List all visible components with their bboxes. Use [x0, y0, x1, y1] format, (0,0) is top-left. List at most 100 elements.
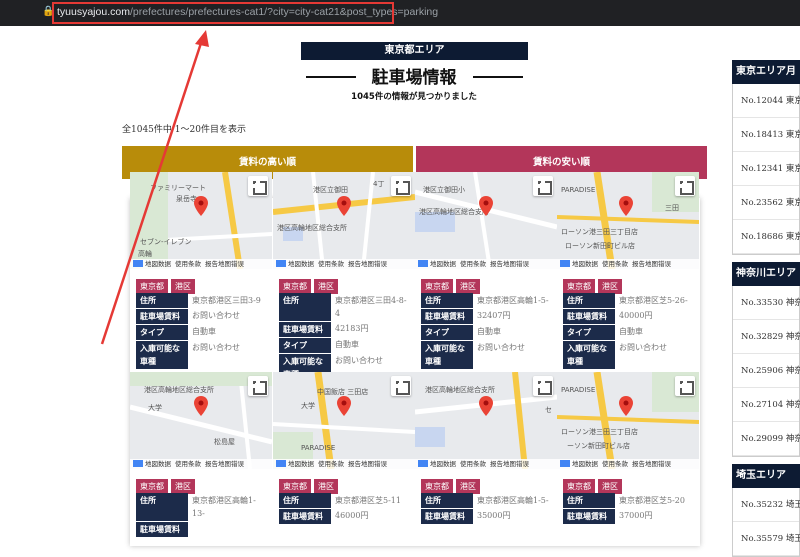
map-widget[interactable]: PARADISE ローソン港三田三丁目店 ーソン新田町ビル店 地図数据 使用条款 报告地…: [557, 372, 699, 469]
google-logo-icon: [418, 460, 428, 467]
map-widget[interactable]: PARADISE ローソン港三田三丁目店 ローソン新田町ビル店 三田 地図数据 使用条款…: [557, 172, 699, 269]
map-widget[interactable]: 中国飯店 三田店 大学 PARADISE 地図数据 使用条款 报告地图错误: [273, 372, 415, 469]
fullscreen-icon[interactable]: [391, 176, 411, 196]
map-label: 三田: [665, 204, 679, 212]
map-label: ーソン新田町ビル店: [567, 441, 630, 450]
ward-tag[interactable]: 港区: [171, 279, 195, 294]
map-pin-icon[interactable]: [619, 196, 633, 216]
sidebar-item[interactable]: No.35579 埼玉: [733, 522, 800, 556]
map-widget[interactable]: 港区立御田 港区高輪地区総合支所 4丁 地図数据 使用条款 报告地图错误: [273, 172, 415, 269]
sidebar-item[interactable]: No.18686 東京: [733, 220, 800, 254]
prefecture-tag[interactable]: 東京都: [421, 279, 453, 294]
map-terms-link[interactable]: 使用条款: [460, 260, 486, 268]
map-widget[interactable]: 港区高輪地区総合支所 大学 松島屋 地図数据 使用条款 报告地图错误: [130, 372, 272, 469]
map-pin-icon[interactable]: [479, 196, 493, 216]
ward-tag[interactable]: 港区: [314, 279, 338, 294]
info-row-fee: 駐車場賃料: [136, 521, 270, 537]
map-report-link[interactable]: 报告地图错误: [348, 460, 387, 468]
info-row-vehicle: 入庫可能な車種 お問い合わせ: [136, 340, 270, 369]
map-report-link[interactable]: 报告地图错误: [490, 460, 529, 468]
sidebar-section-kanagawa: 神奈川エリア No.33530 神奈 No.32829 神奈 No.25906 …: [732, 262, 800, 457]
info-row-fee: 駐車場賃料 40000円: [563, 308, 697, 324]
map-data-link[interactable]: 地図数据: [430, 460, 456, 468]
ward-tag[interactable]: 港区: [314, 479, 338, 494]
parking-card[interactable]: 港区高輪地区総合支所 大学 松島屋 地図数据 使用条款 报告地图错误 東京都 港区 住所 …: [130, 372, 272, 537]
sidebar-item[interactable]: No.18413 東京: [733, 118, 800, 152]
sidebar-item[interactable]: No.25906 神奈: [733, 354, 800, 388]
map-widget[interactable]: 港区立御田小港区高輪地区総合支所白 地図数据使用条款报告地图错误: [415, 172, 557, 269]
map-terms-link[interactable]: 使用条款: [460, 460, 486, 468]
parking-card[interactable]: 中国飯店 三田店 大学 PARADISE 地図数据 使用条款 报告地图错误 東京都 港区 …: [273, 372, 415, 524]
map-data-link[interactable]: 地図数据: [572, 460, 598, 468]
fullscreen-icon[interactable]: [675, 176, 695, 196]
map-terms-link[interactable]: 使用条款: [602, 260, 628, 268]
map-report-link[interactable]: 报告地图错误: [205, 260, 244, 268]
map-report-link[interactable]: 报告地图错误: [632, 460, 671, 468]
sidebar-item[interactable]: No.12341 東京: [733, 152, 800, 186]
prefecture-tag[interactable]: 東京都: [279, 279, 311, 294]
prefecture-tag[interactable]: 東京都: [563, 279, 595, 294]
map-data-link[interactable]: 地図数据: [572, 260, 598, 268]
map-data-link[interactable]: 地図数据: [430, 260, 456, 268]
map-report-link[interactable]: 报告地图错误: [490, 260, 529, 268]
sidebar-item[interactable]: No.33530 神奈: [733, 286, 800, 320]
fullscreen-icon[interactable]: [533, 176, 553, 196]
map-label: 松島屋: [214, 437, 235, 446]
map-widget[interactable]: ファミリーマート 泉岳寺 セブン-イレブン 高輪 地図数据 使用条款 报告地图错误: [130, 172, 272, 269]
prefecture-tag[interactable]: 東京都: [563, 479, 595, 494]
info-row-address: 住所 東京都港区三田3-9: [136, 293, 270, 308]
map-data-link[interactable]: 地図数据: [145, 460, 171, 468]
parking-card[interactable]: 港区高輪地区総合支所セ 地図数据 使用条款 报告地图错误 東京都 港区 住所 東京都港…: [415, 372, 557, 524]
map-pin-icon[interactable]: [337, 396, 351, 416]
ward-tag[interactable]: 港区: [456, 279, 480, 294]
map-pin-icon[interactable]: [337, 196, 351, 216]
sidebar-item[interactable]: No.29099 神奈: [733, 422, 800, 456]
info-table: 住所 東京都港区高輪1-13- 駐車場賃料: [136, 493, 270, 537]
card-tags: 東京都 港区: [136, 274, 198, 294]
sidebar-item[interactable]: No.32829 神奈: [733, 320, 800, 354]
map-data-link[interactable]: 地図数据: [145, 260, 171, 268]
prefecture-tag[interactable]: 東京都: [279, 479, 311, 494]
map-widget[interactable]: 港区高輪地区総合支所セ 地図数据 使用条款 报告地图错误: [415, 372, 557, 469]
map-data-link[interactable]: 地図数据: [288, 260, 314, 268]
parking-card[interactable]: ファミリーマート 泉岳寺 セブン-イレブン 高輪 地図数据 使用条款 报告地图错误 東京都…: [130, 172, 272, 369]
fullscreen-icon[interactable]: [248, 376, 268, 396]
prefecture-tag[interactable]: 東京都: [136, 479, 168, 494]
ward-tag[interactable]: 港区: [171, 479, 195, 494]
map-terms-link[interactable]: 使用条款: [602, 460, 628, 468]
map-terms-link[interactable]: 使用条款: [175, 260, 201, 268]
page-content: 東京都エリア 駐車場情報 1045件の情報が見つかりました 全1045件中 1〜…: [0, 26, 800, 557]
map-report-link[interactable]: 报告地图错误: [632, 260, 671, 268]
google-logo-icon: [560, 260, 570, 267]
parking-card[interactable]: PARADISE ローソン港三田三丁目店 ローソン新田町ビル店 三田 地図数据 使用条款…: [557, 172, 699, 369]
parking-card[interactable]: 港区立御田小港区高輪地区総合支所白 地図数据使用条款报告地图错误 東京都港区 住…: [415, 172, 557, 369]
card-tags: 東京都 港区: [421, 274, 483, 294]
sidebar-item[interactable]: No.27104 神奈: [733, 388, 800, 422]
prefecture-tag[interactable]: 東京都: [421, 479, 453, 494]
sidebar-item[interactable]: No.35232 埼玉: [733, 488, 800, 522]
map-terms-link[interactable]: 使用条款: [175, 460, 201, 468]
fullscreen-icon[interactable]: [391, 376, 411, 396]
ward-tag[interactable]: 港区: [598, 479, 622, 494]
parking-card[interactable]: PARADISE ローソン港三田三丁目店 ーソン新田町ビル店 地図数据 使用条款 报告地…: [557, 372, 699, 524]
parking-card[interactable]: 港区立御田 港区高輪地区総合支所 4丁 地図数据 使用条款 报告地图错误 東京都 港区 住…: [273, 172, 415, 382]
prefecture-tag[interactable]: 東京都: [136, 279, 168, 294]
ward-tag[interactable]: 港区: [598, 279, 622, 294]
info-table: 住所 東京都港区芝5-11 駐車場賃料 46000円: [279, 493, 413, 524]
map-pin-icon[interactable]: [479, 396, 493, 416]
ward-tag[interactable]: 港区: [456, 479, 480, 494]
map-pin-icon[interactable]: [619, 396, 633, 416]
map-terms-link[interactable]: 使用条款: [318, 460, 344, 468]
google-logo-icon: [276, 260, 286, 267]
map-pin-icon[interactable]: [194, 396, 208, 416]
map-report-link[interactable]: 报告地图错误: [205, 460, 244, 468]
map-terms-link[interactable]: 使用条款: [318, 260, 344, 268]
map-report-link[interactable]: 报告地图错误: [348, 260, 387, 268]
sidebar-item[interactable]: No.23562 東京: [733, 186, 800, 220]
map-pin-icon[interactable]: [194, 196, 208, 216]
sidebar-item[interactable]: No.12044 東京: [733, 84, 800, 118]
map-data-link[interactable]: 地図数据: [288, 460, 314, 468]
fullscreen-icon[interactable]: [248, 176, 268, 196]
fullscreen-icon[interactable]: [675, 376, 695, 396]
fullscreen-icon[interactable]: [533, 376, 553, 396]
